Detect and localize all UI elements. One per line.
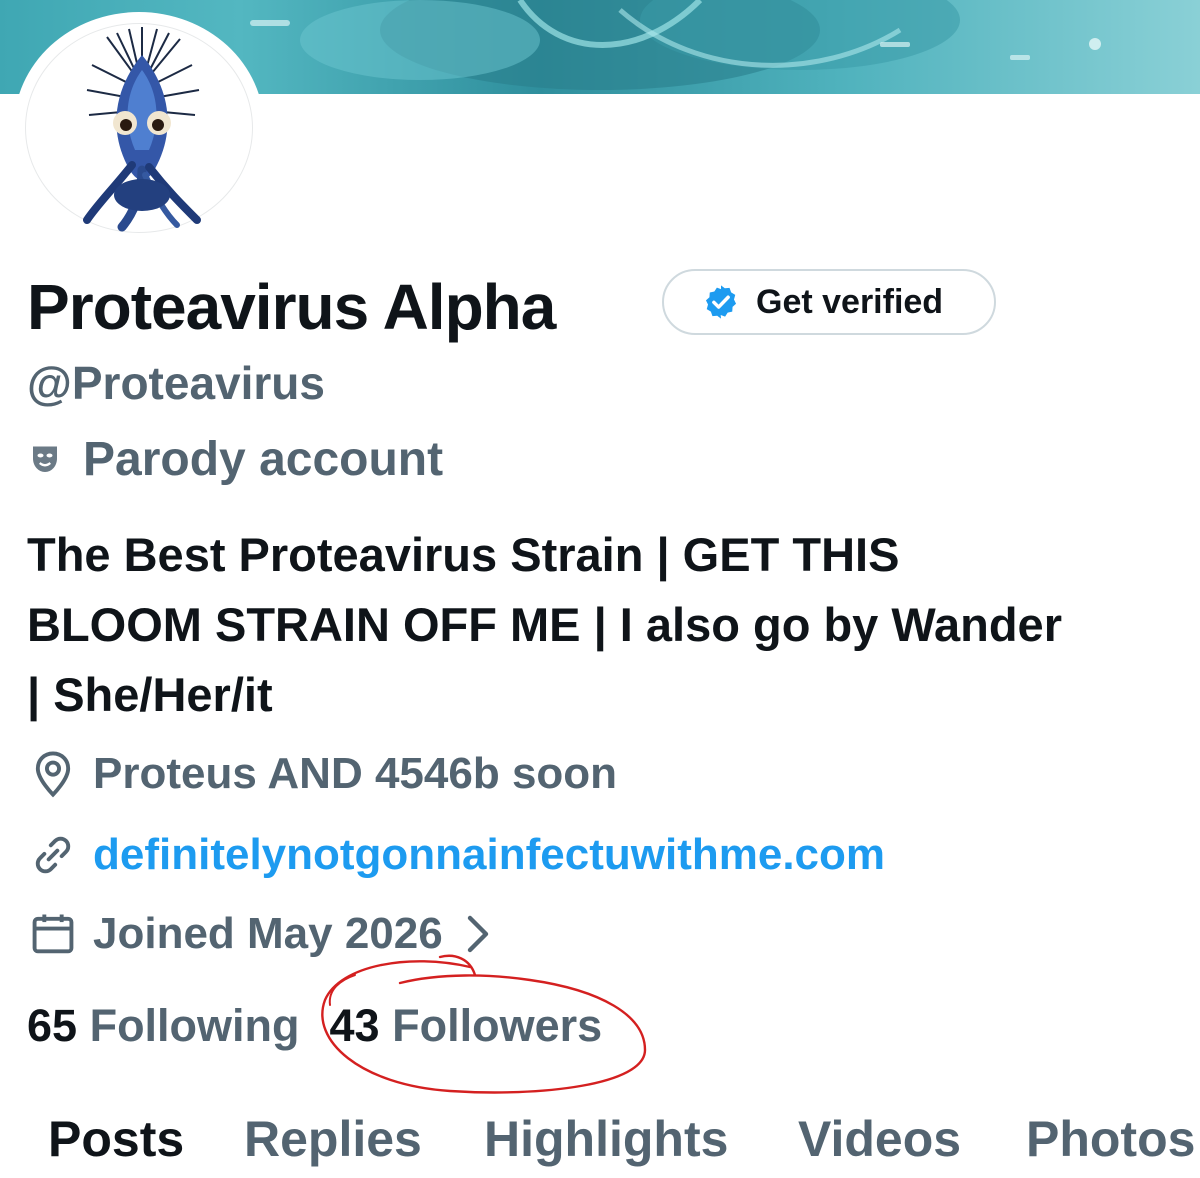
following-stat[interactable]: 65 Following: [27, 1000, 300, 1052]
tab-highlights[interactable]: Highlights: [484, 1110, 728, 1168]
avatar-image: [83, 27, 201, 232]
handle: @Proteavirus: [27, 357, 325, 409]
bio-line: BLOOM STRAIN OFF ME | I also go by Wande…: [27, 598, 1062, 651]
calendar-icon: [32, 914, 74, 954]
parody-label: Parody account: [27, 432, 443, 487]
display-name: Proteavirus Alpha: [27, 271, 556, 343]
profile-tabs: Posts Replies Highlights Videos Photos: [0, 1100, 1200, 1178]
get-verified-button[interactable]: Get verified: [662, 269, 996, 335]
get-verified-label: Get verified: [756, 282, 944, 321]
profile-avatar[interactable]: [14, 12, 264, 242]
link-icon: [35, 836, 71, 874]
profile-location: Proteus AND 4546b soon: [27, 748, 617, 800]
following-label: Following: [89, 1000, 300, 1051]
map-pin-icon: [35, 751, 71, 798]
tab-photos[interactable]: Photos: [1026, 1110, 1195, 1168]
red-circle-annotation: [321, 954, 647, 1094]
tab-posts[interactable]: Posts: [48, 1110, 184, 1168]
tab-replies[interactable]: Replies: [244, 1110, 422, 1168]
verified-badge-icon: [705, 285, 737, 319]
location-text: Proteus AND 4546b soon: [93, 749, 618, 798]
following-count: 65: [27, 1000, 78, 1051]
profile-website[interactable]: definitelynotgonnainfectuwithme.com: [27, 829, 885, 881]
parody-text: Parody account: [83, 433, 444, 486]
bio-line: The Best Proteavirus Strain | GET THIS: [27, 528, 900, 581]
tab-videos[interactable]: Videos: [798, 1110, 961, 1168]
profile-bio: The Best Proteavirus Strain | GET THIS B…: [27, 520, 1187, 730]
theater-mask-icon: [33, 446, 57, 472]
website-link[interactable]: definitelynotgonnainfectuwithme.com: [93, 830, 885, 880]
bio-line: | She/Her/it: [27, 668, 273, 721]
